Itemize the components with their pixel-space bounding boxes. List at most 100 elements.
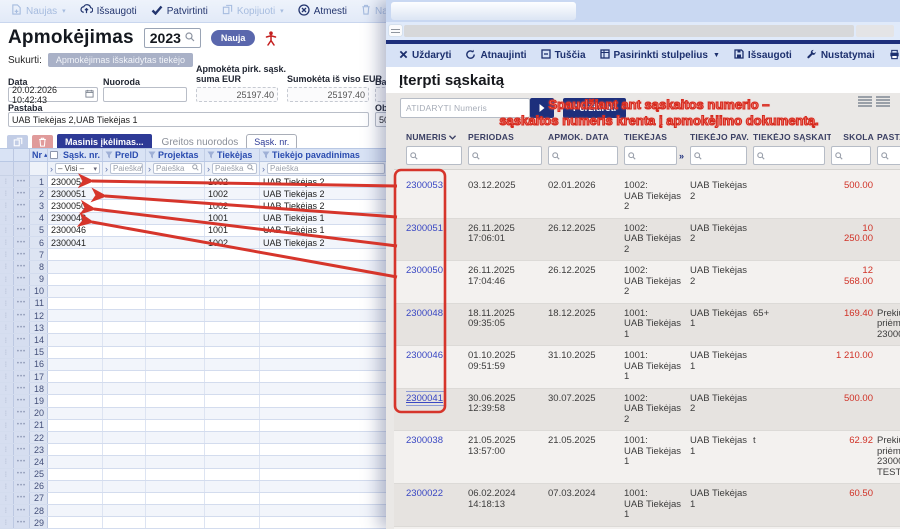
grid-row[interactable]: ⋮ ••• 7 xyxy=(0,249,388,261)
grid-row[interactable]: ⋮ ••• 10 xyxy=(0,286,388,298)
cell-projektas[interactable] xyxy=(146,505,205,516)
grid-row[interactable]: ⋮ ••• 27 xyxy=(0,493,388,505)
cell-pavadinimas[interactable]: UAB Tiekėjas 2 xyxy=(260,200,388,211)
cell-preid[interactable] xyxy=(103,237,146,248)
cell-pavadinimas[interactable] xyxy=(260,261,388,272)
cell-pavadinimas[interactable]: UAB Tiekėjas 1 xyxy=(260,213,388,224)
cell-projektas[interactable] xyxy=(146,395,205,406)
cell-pavadinimas[interactable] xyxy=(260,420,388,431)
col-tiekejo-pav[interactable]: TIEKĖJO PAV. xyxy=(690,128,753,146)
cell-tiekejas[interactable] xyxy=(205,383,260,394)
filter-tiekejo-pavadinimas[interactable]: ›Paieška xyxy=(260,162,388,175)
cell-pavadinimas[interactable] xyxy=(260,383,388,394)
cell-preid[interactable] xyxy=(103,408,146,419)
invoice-row[interactable]: 2300053 03.12.2025 02.01.2026 1002:UAB T… xyxy=(394,170,900,219)
row-menu-button[interactable]: ••• xyxy=(14,469,30,480)
row-menu-button[interactable]: ••• xyxy=(14,310,30,321)
invoice-filter-cell[interactable] xyxy=(406,146,468,165)
grid-row[interactable]: ⋮ ••• 22 xyxy=(0,432,388,444)
print-button[interactable]: Spausdinti xyxy=(882,45,900,67)
grid-row[interactable]: ⋮ ••• 9 xyxy=(0,274,388,286)
cell-sask-nr[interactable] xyxy=(48,383,103,394)
cell-projektas[interactable] xyxy=(146,359,205,370)
invoice-row[interactable]: 2300050 26.11.2025 17:04:46 26.12.2025 1… xyxy=(394,261,900,304)
cell-sask-nr[interactable] xyxy=(48,395,103,406)
cell-preid[interactable] xyxy=(103,469,146,480)
cell-pavadinimas[interactable] xyxy=(260,347,388,358)
row-drag-handle[interactable]: ⋮ xyxy=(0,505,14,516)
cell-sask-nr[interactable] xyxy=(48,432,103,443)
popup-save-button[interactable]: Išsaugoti xyxy=(727,45,799,67)
grid-row[interactable]: ⋮ ••• 18 xyxy=(0,383,388,395)
cell-pavadinimas[interactable] xyxy=(260,432,388,443)
cell-projektas[interactable] xyxy=(146,493,205,504)
cell-preid[interactable] xyxy=(103,274,146,285)
grid-row[interactable]: ⋮ ••• 8 xyxy=(0,261,388,273)
invoice-filter-cell[interactable]: » xyxy=(624,146,690,165)
cell-preid[interactable] xyxy=(103,481,146,492)
cell-tiekejas[interactable] xyxy=(205,347,260,358)
col-pastaba[interactable]: PASTABA xyxy=(877,128,900,146)
settings-button[interactable]: Nustatymai xyxy=(799,45,882,67)
cell-pavadinimas[interactable] xyxy=(260,408,388,419)
row-menu-button[interactable]: ••• xyxy=(14,213,30,224)
select-all-checkbox[interactable] xyxy=(50,151,58,159)
cell-tiekejas[interactable] xyxy=(205,395,260,406)
cell-projektas[interactable] xyxy=(146,420,205,431)
row-drag-handle[interactable]: ⋮ xyxy=(0,347,14,358)
cell-tiekejas[interactable] xyxy=(205,334,260,345)
cell-sask-nr[interactable] xyxy=(48,359,103,370)
cell-preid[interactable] xyxy=(103,432,146,443)
row-drag-handle[interactable]: ⋮ xyxy=(0,274,14,285)
cell-projektas[interactable] xyxy=(146,408,205,419)
row-menu-button[interactable]: ••• xyxy=(14,188,30,199)
row-drag-handle[interactable]: ⋮ xyxy=(0,481,14,492)
cell-tiekejas[interactable] xyxy=(205,517,260,528)
row-drag-handle[interactable]: ⋮ xyxy=(0,310,14,321)
doc-number-field[interactable]: 2023 xyxy=(144,28,201,48)
cell-sask-nr[interactable] xyxy=(48,286,103,297)
row-menu-button[interactable]: ••• xyxy=(14,420,30,431)
cell-pavadinimas[interactable] xyxy=(260,444,388,455)
invoice-row[interactable]: 2300041 30.06.2025 12:39:58 30.07.2025 1… xyxy=(394,389,900,432)
row-drag-handle[interactable]: ⋮ xyxy=(0,322,14,333)
cell-projektas[interactable] xyxy=(146,469,205,480)
refresh-button[interactable]: Atnaujinti xyxy=(458,45,533,67)
cell-preid[interactable] xyxy=(103,176,146,187)
cell-pavadinimas[interactable] xyxy=(260,249,388,260)
cell-pavadinimas[interactable]: UAB Tiekėjas 2 xyxy=(260,188,388,199)
cell-projektas[interactable] xyxy=(146,249,205,260)
cell-preid[interactable] xyxy=(103,383,146,394)
grid-row[interactable]: ⋮ ••• 23 xyxy=(0,444,388,456)
cell-projektas[interactable] xyxy=(146,225,205,236)
row-drag-handle[interactable]: ⋮ xyxy=(0,261,14,272)
row-menu-button[interactable]: ••• xyxy=(14,408,30,419)
cell-sask-nr[interactable] xyxy=(48,261,103,272)
invoice-row[interactable]: 2300046 01.10.2025 09:51:59 31.10.2025 1… xyxy=(394,346,900,389)
row-menu-button[interactable]: ••• xyxy=(14,176,30,187)
cell-tiekejas[interactable] xyxy=(205,432,260,443)
cell-pavadinimas[interactable] xyxy=(260,456,388,467)
invoice-filter-cell[interactable] xyxy=(468,146,548,165)
row-drag-handle[interactable]: ⋮ xyxy=(0,334,14,345)
row-menu-button[interactable]: ••• xyxy=(14,261,30,272)
cell-tiekejas[interactable] xyxy=(205,371,260,382)
cell-preid[interactable] xyxy=(103,322,146,333)
cell-pavadinimas[interactable]: UAB Tiekėjas 2 xyxy=(260,176,388,187)
row-drag-handle[interactable]: ⋮ xyxy=(0,298,14,309)
cell-tiekejas[interactable] xyxy=(205,493,260,504)
cell-projektas[interactable] xyxy=(146,334,205,345)
cell-sask-nr[interactable]: 2300048 xyxy=(48,213,103,224)
cell-pavadinimas[interactable] xyxy=(260,481,388,492)
cell-preid[interactable] xyxy=(103,286,146,297)
grid-row[interactable]: ⋮ ••• 15 xyxy=(0,347,388,359)
invoice-filter-cell[interactable] xyxy=(548,146,624,165)
compact-view-icon[interactable] xyxy=(876,96,890,107)
cell-preid[interactable] xyxy=(103,444,146,455)
cell-tiekejas[interactable] xyxy=(205,359,260,370)
row-menu-button[interactable]: ••• xyxy=(14,286,30,297)
col-header-sask-nr[interactable]: Sąsk. nr. xyxy=(48,149,103,161)
cell-projektas[interactable] xyxy=(146,298,205,309)
row-menu-button[interactable]: ••• xyxy=(14,225,30,236)
cell-preid[interactable] xyxy=(103,493,146,504)
